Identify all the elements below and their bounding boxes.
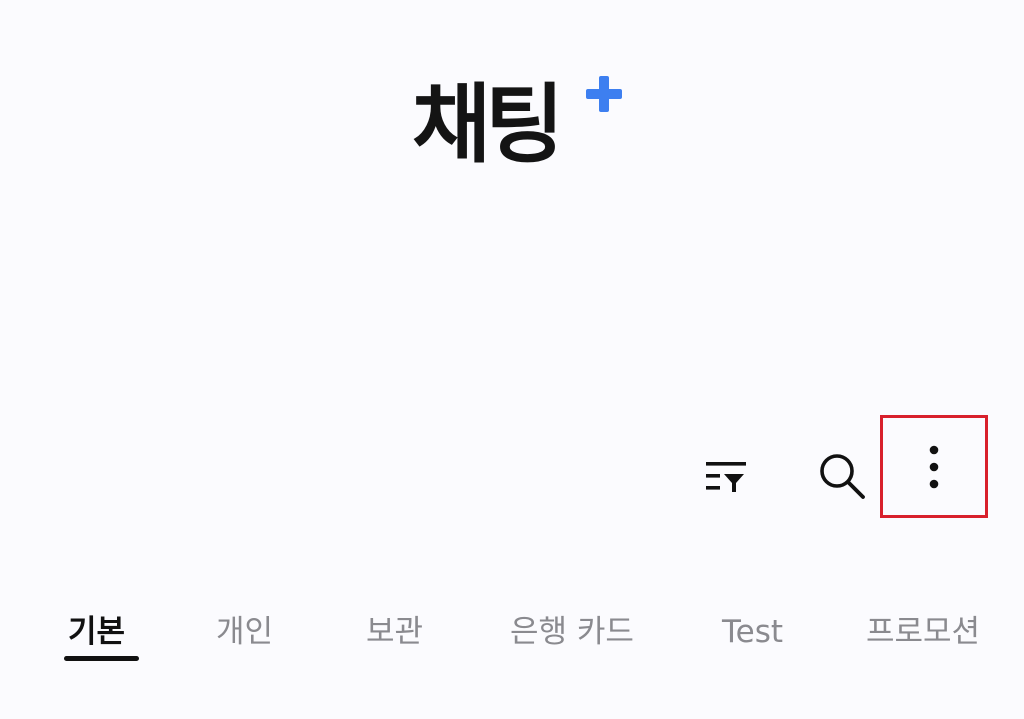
active-tab-indicator bbox=[64, 656, 139, 661]
filter-button[interactable] bbox=[695, 445, 757, 507]
more-vertical-icon bbox=[929, 445, 939, 488]
tab-default[interactable]: 기본 bbox=[68, 600, 125, 664]
chat-tabs: 기본 개인 보관 은행 카드 Test 프로모션 bbox=[0, 600, 1024, 670]
search-icon bbox=[820, 454, 865, 499]
plus-icon bbox=[586, 76, 622, 112]
tab-bank-card[interactable]: 은행 카드 bbox=[510, 600, 634, 664]
tab-test[interactable]: Test bbox=[722, 600, 783, 664]
filter-list-icon bbox=[706, 462, 746, 492]
page-title-text: 채팅 bbox=[412, 75, 564, 175]
search-button[interactable] bbox=[811, 445, 873, 507]
tab-promotion[interactable]: 프로모션 bbox=[866, 600, 980, 664]
more-options-button[interactable] bbox=[880, 415, 988, 518]
page-title: 채팅 bbox=[412, 70, 622, 180]
tab-personal[interactable]: 개인 bbox=[216, 600, 273, 664]
tab-archive[interactable]: 보관 bbox=[366, 600, 423, 664]
chat-screen: 채팅 기본 개인 보관 은행 카드 Test 프로모션 bbox=[0, 0, 1024, 719]
chat-toolbar bbox=[690, 415, 990, 518]
